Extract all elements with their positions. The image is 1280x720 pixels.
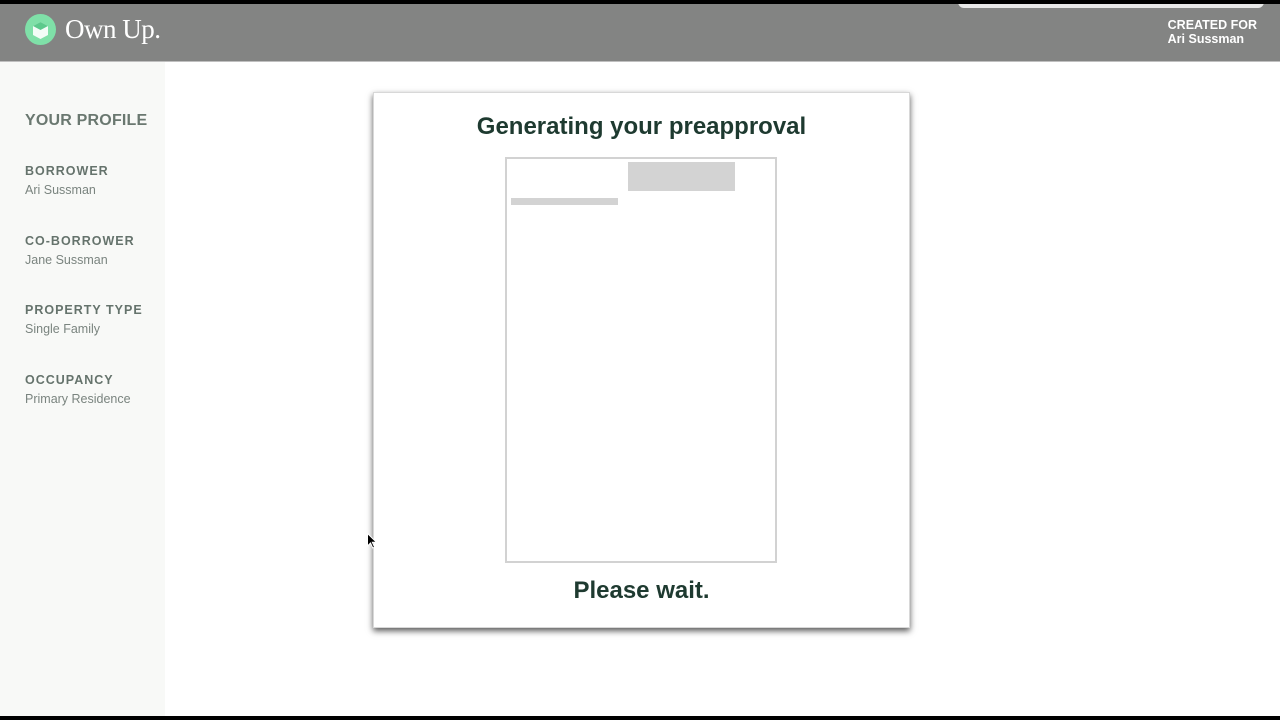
created-for: CREATED FOR Ari Sussman — [1168, 18, 1257, 46]
profile-value: Primary Residence — [25, 392, 131, 406]
brand-name: Own Up. — [65, 14, 161, 44]
created-for-label: CREATED FOR — [1167, 18, 1257, 32]
card-title: Generating your preapproval — [476, 113, 807, 140]
profile-item-borrower: BORROWER Ari Sussman — [25, 164, 109, 197]
profile-item-occupancy: OCCUPANCY Primary Residence — [25, 373, 131, 406]
profile-sidebar: YOUR PROFILE BORROWER Ari Sussman CO-BOR… — [0, 62, 165, 716]
profile-label: BORROWER — [25, 164, 109, 178]
profile-value: Ari Sussman — [25, 183, 96, 197]
profile-item-property-type: PROPERTY TYPE Single Family — [25, 303, 143, 336]
brand-logo[interactable]: Own Up. — [25, 14, 161, 45]
document-placeholder-line — [511, 198, 618, 205]
profile-value: Jane Sussman — [25, 253, 108, 267]
profile-label: PROPERTY TYPE — [25, 303, 143, 317]
created-for-name: Ari Sussman — [1167, 32, 1245, 46]
wait-message: Please wait. — [573, 577, 710, 604]
profile-value: Single Family — [25, 322, 101, 336]
document-placeholder-block — [628, 162, 735, 191]
top-edge-element — [958, 4, 1264, 8]
logo-mark-icon — [25, 14, 56, 45]
mouse-pointer-icon — [367, 532, 378, 554]
profile-item-co-borrower: CO-BORROWER Jane Sussman — [25, 234, 135, 267]
profile-label: OCCUPANCY — [25, 373, 114, 387]
profile-label: CO-BORROWER — [25, 234, 135, 248]
sidebar-title: YOUR PROFILE — [25, 112, 148, 129]
top-header: Own Up. CREATED FOR Ari Sussman — [0, 4, 1280, 62]
app-frame: Own Up. CREATED FOR Ari Sussman YOUR PRO… — [0, 4, 1280, 716]
document-preview — [505, 157, 777, 563]
preapproval-card: Generating your preapproval Please wait. — [373, 92, 910, 628]
